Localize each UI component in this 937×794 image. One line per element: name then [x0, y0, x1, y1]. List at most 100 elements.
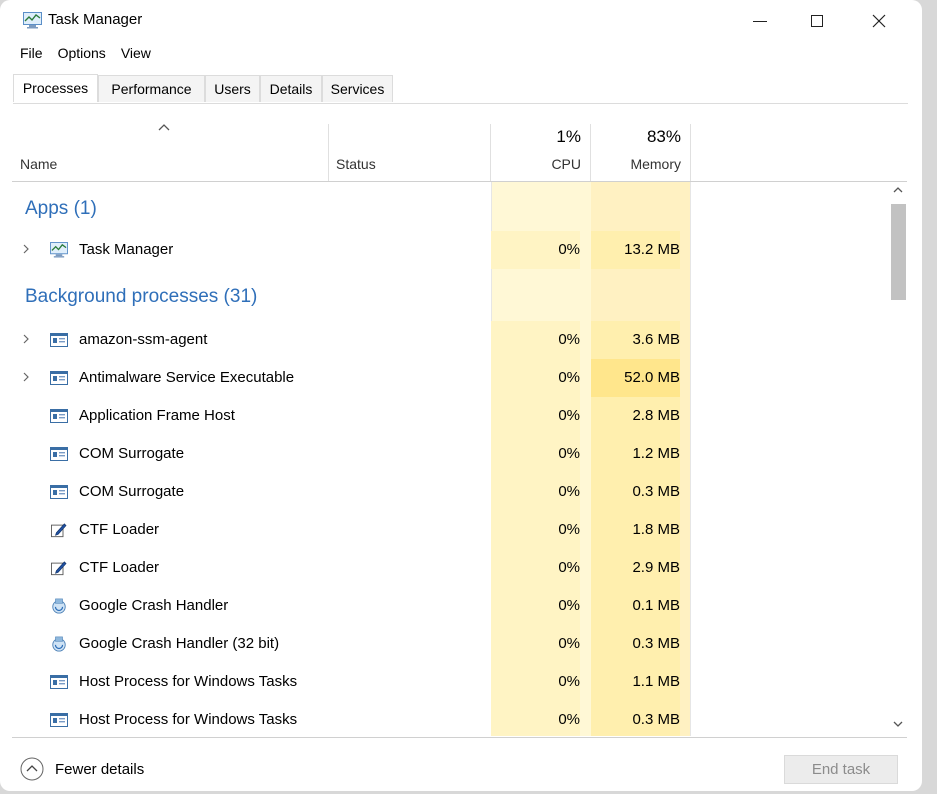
table-row[interactable]: Application Frame Host 0% 2.8 MB [12, 397, 887, 435]
process-name: COM Surrogate [79, 445, 185, 462]
table-row[interactable]: CTF Loader 0% 2.9 MB [12, 549, 887, 587]
tab-bar: Processes Performance Users Details Serv… [13, 74, 908, 104]
process-memory: 2.9 MB [591, 549, 680, 587]
window-app-icon [50, 333, 68, 347]
process-name: COM Surrogate [79, 483, 185, 500]
window-title: Task Manager [48, 11, 143, 28]
maximize-icon [811, 15, 823, 27]
column-status[interactable]: Status [336, 156, 376, 172]
crash-handler-icon [52, 636, 66, 652]
task-manager-window: Task Manager File Options View Processes… [0, 0, 922, 791]
pen-icon [51, 523, 67, 538]
menu-bar: File Options View [20, 45, 166, 65]
menu-file[interactable]: File [20, 45, 43, 65]
process-cpu: 0% [491, 397, 580, 435]
table-row[interactable]: COM Surrogate 0% 1.2 MB [12, 435, 887, 473]
column-header: Name Status 1% CPU 83% Memory [12, 120, 907, 182]
process-name: Host Process for Windows Tasks [79, 673, 298, 690]
tab-users[interactable]: Users [205, 75, 260, 102]
process-memory: 0.3 MB [591, 701, 680, 736]
menu-view[interactable]: View [121, 45, 151, 65]
scroll-down-icon[interactable] [893, 720, 903, 728]
table-row[interactable]: Host Process for Windows Tasks 0% 0.3 MB [12, 701, 887, 736]
process-cpu: 0% [491, 473, 580, 511]
tab-performance[interactable]: Performance [98, 75, 205, 102]
column-divider[interactable] [590, 124, 591, 181]
process-cpu: 0% [491, 549, 580, 587]
collapse-circle-icon [20, 757, 44, 781]
process-memory: 52.0 MB [591, 359, 680, 397]
task-manager-icon [50, 242, 68, 258]
process-name: Antimalware Service Executable [79, 369, 295, 386]
group-header-background: Background processes (31) [12, 278, 887, 316]
scroll-thumb[interactable] [891, 204, 906, 300]
window-app-icon [50, 447, 68, 461]
window-app-icon [50, 675, 68, 689]
window-app-icon [50, 485, 68, 499]
process-memory: 3.6 MB [591, 321, 680, 359]
footer-divider [12, 737, 907, 738]
pen-icon [51, 561, 67, 576]
column-divider[interactable] [490, 124, 491, 181]
process-list: Apps (1) Task Manager 0% 13.2 MB Backgro… [12, 182, 887, 736]
column-cpu[interactable]: CPU [512, 156, 581, 172]
process-name: Task Manager [79, 241, 174, 258]
fewer-details-label: Fewer details [55, 761, 145, 778]
sort-ascending-icon[interactable] [157, 122, 171, 132]
vertical-scrollbar[interactable] [889, 182, 907, 736]
process-cpu: 0% [491, 231, 580, 269]
end-task-button[interactable]: End task [784, 755, 898, 784]
group-title: Background processes (31) [25, 286, 258, 307]
process-memory: 0.3 MB [591, 625, 680, 663]
column-memory[interactable]: Memory [602, 156, 681, 172]
chevron-right-icon[interactable] [22, 333, 30, 345]
tab-services[interactable]: Services [322, 75, 393, 102]
close-button[interactable] [856, 6, 902, 36]
task-manager-icon [23, 12, 42, 29]
scroll-up-icon[interactable] [893, 186, 903, 194]
process-name: Host Process for Windows Tasks [79, 711, 298, 728]
table-row[interactable]: Google Crash Handler 0% 0.1 MB [12, 587, 887, 625]
column-name[interactable]: Name [20, 156, 57, 172]
column-divider[interactable] [328, 124, 329, 181]
table-row[interactable]: CTF Loader 0% 1.8 MB [12, 511, 887, 549]
process-memory: 0.3 MB [591, 473, 680, 511]
process-name: CTF Loader [79, 559, 160, 576]
table-row[interactable]: Antimalware Service Executable 0% 52.0 M… [12, 359, 887, 397]
process-memory: 1.1 MB [591, 663, 680, 701]
close-icon [872, 14, 886, 28]
group-title: Apps (1) [25, 198, 97, 219]
minimize-button[interactable] [737, 6, 783, 36]
process-name: amazon-ssm-agent [79, 331, 208, 348]
process-cpu: 0% [491, 587, 580, 625]
crash-handler-icon [52, 598, 66, 614]
process-name: Google Crash Handler [79, 597, 229, 614]
process-cpu: 0% [491, 511, 580, 549]
chevron-right-icon[interactable] [22, 371, 30, 383]
process-name: Application Frame Host [79, 407, 235, 424]
group-header-apps: Apps (1) [12, 190, 887, 228]
process-cpu: 0% [491, 435, 580, 473]
table-row[interactable]: COM Surrogate 0% 0.3 MB [12, 473, 887, 511]
process-memory: 13.2 MB [591, 231, 680, 269]
process-cpu: 0% [491, 321, 580, 359]
process-memory: 1.2 MB [591, 435, 680, 473]
chevron-right-icon[interactable] [22, 243, 30, 255]
tab-details[interactable]: Details [260, 75, 322, 102]
minimize-icon [753, 21, 767, 22]
table-row[interactable]: Google Crash Handler (32 bit) 0% 0.3 MB [12, 625, 887, 663]
memory-total-percent: 83% [646, 127, 681, 146]
process-memory: 0.1 MB [591, 587, 680, 625]
process-cpu: 0% [491, 663, 580, 701]
window-app-icon [50, 371, 68, 385]
column-divider[interactable] [690, 124, 691, 181]
menu-options[interactable]: Options [58, 45, 106, 65]
table-row[interactable]: Host Process for Windows Tasks 0% 1.1 MB [12, 663, 887, 701]
maximize-button[interactable] [794, 6, 840, 36]
process-cpu: 0% [491, 625, 580, 663]
table-row[interactable]: amazon-ssm-agent 0% 3.6 MB [12, 321, 887, 359]
process-memory: 1.8 MB [591, 511, 680, 549]
tab-processes[interactable]: Processes [13, 74, 98, 102]
process-memory: 2.8 MB [591, 397, 680, 435]
table-row[interactable]: Task Manager 0% 13.2 MB [12, 231, 887, 269]
